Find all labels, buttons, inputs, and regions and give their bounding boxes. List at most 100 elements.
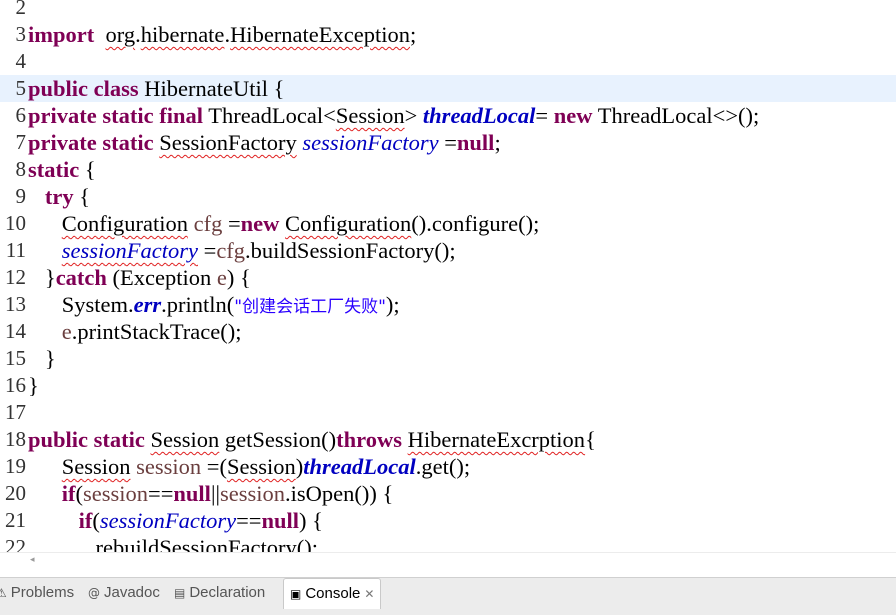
tab-label: Console [305, 585, 361, 602]
code-token: ; [494, 130, 501, 155]
code-token: .isOpen()) { [284, 481, 394, 506]
tab-label: Declaration [189, 584, 266, 601]
code-token: ) { [299, 508, 323, 533]
tab-javadoc[interactable]: @ Javadoc [88, 578, 160, 608]
code-text: System.err.println("创建会话工厂失败"); [28, 291, 400, 321]
code-token: Session [150, 427, 220, 452]
code-token: public [28, 427, 89, 452]
horizontal-scrollbar[interactable]: ◂ [0, 552, 896, 571]
line-number: 14 [5, 319, 26, 343]
code-line[interactable]: 19 Session session =(Session)threadLocal… [0, 453, 896, 480]
line-number: 7 [15, 130, 27, 154]
code-line[interactable]: 4 [0, 48, 896, 75]
code-line[interactable]: 12 }catch (Exception e) { [0, 264, 896, 291]
code-token: throws [336, 427, 402, 452]
code-token: static [102, 130, 154, 155]
code-token: static [28, 157, 80, 182]
code-token: || [210, 481, 220, 506]
code-token: Session [226, 454, 296, 479]
line-number: 13 [5, 292, 26, 316]
code-line[interactable]: 15 } [0, 345, 896, 372]
code-token: null [261, 508, 300, 533]
code-line[interactable]: 11 sessionFactory =cfg.buildSessionFacto… [0, 237, 896, 264]
code-token: cfg [216, 238, 246, 263]
code-token: private [28, 130, 97, 155]
code-token: new [240, 211, 280, 236]
code-line[interactable]: 3 import org.hibernate.HibernateException… [0, 21, 896, 48]
code-token: sessionFactory [61, 238, 198, 263]
code-line[interactable]: 20 if(session==null||session.isOpen()) { [0, 480, 896, 507]
line-number: 3 [15, 22, 27, 46]
tab-console[interactable]: ▣ Console ✕ [283, 578, 382, 609]
code-token: private [28, 103, 97, 128]
code-line[interactable]: 9 try { [0, 183, 896, 210]
tab-problems[interactable]: ⚠ Problems [0, 578, 74, 608]
code-token: catch [55, 265, 107, 290]
code-token: = [222, 211, 241, 236]
code-text: public static Session getSession()throws… [28, 426, 596, 453]
code-token: { [585, 427, 596, 452]
code-text: } [28, 345, 56, 372]
code-token: static [93, 427, 145, 452]
code-token: cfg [193, 211, 223, 236]
code-token: Configuration [61, 211, 188, 236]
code-token: } [28, 373, 39, 398]
code-token: ; [410, 22, 417, 47]
code-line[interactable]: 2 [0, 0, 896, 21]
code-token: threadLocal [303, 454, 416, 479]
code-text: if(session==null||session.isOpen()) { [28, 480, 394, 507]
code-token: sessionFactory [99, 508, 237, 533]
code-line[interactable]: 5 public class HibernateUtil { [0, 75, 896, 102]
code-token: e [216, 265, 227, 290]
code-line[interactable]: 16} [0, 372, 896, 399]
code-editor[interactable]: 2 3 import org.hibernate.HibernateExceptio… [0, 0, 896, 552]
code-token: null [173, 481, 211, 506]
code-line[interactable]: 8 static { [0, 156, 896, 183]
code-token: } [28, 346, 56, 371]
code-token: ); [385, 292, 400, 317]
code-text: static { [28, 156, 96, 183]
code-token: new [553, 103, 593, 128]
code-text: Session session =(Session)threadLocal.ge… [28, 453, 470, 480]
line-number: 12 [5, 265, 26, 289]
code-line[interactable]: 18 public static Session getSession()thro… [0, 426, 896, 453]
scroll-left-arrow-icon[interactable]: ◂ [30, 555, 35, 565]
code-token: ( [75, 481, 84, 506]
code-token: ) { [226, 265, 251, 290]
code-line[interactable]: 7 private static SessionFactory sessionFa… [0, 129, 896, 156]
code-token: Session [61, 454, 131, 479]
code-line[interactable]: 17 [0, 399, 896, 426]
code-token: HibernateUtil { [138, 76, 285, 101]
line-number: 4 [15, 49, 27, 73]
code-line[interactable]: 22 rebuildSessionFactory(); [0, 534, 896, 552]
code-text: rebuildSessionFactory(); [28, 534, 318, 552]
close-icon[interactable]: ✕ [364, 587, 374, 601]
declaration-icon: ▤ [174, 586, 186, 600]
code-token: org [105, 22, 136, 47]
code-token: ( [92, 508, 100, 533]
code-text: import org.hibernate.HibernateException; [28, 21, 416, 48]
tab-declaration[interactable]: ▤ Declaration [174, 578, 265, 608]
code-token: HibernateExcrption [407, 427, 586, 452]
code-line[interactable]: 14 e.printStackTrace(); [0, 318, 896, 345]
code-token: session [83, 481, 149, 506]
code-line[interactable]: 13 System.err.println("创建会话工厂失败"); [0, 291, 896, 318]
code-text: } [28, 372, 39, 399]
tab-label: Problems [10, 584, 75, 601]
code-token: } [28, 265, 56, 290]
code-line[interactable]: 6 private static final ThreadLocal<Sessio… [0, 102, 896, 129]
code-token: session [219, 481, 285, 506]
code-line[interactable]: 21 if(sessionFactory==null) { [0, 507, 896, 534]
line-number: 18 [5, 427, 26, 451]
tab-label: Javadoc [104, 584, 160, 601]
code-token: if [61, 481, 76, 506]
code-text: e.printStackTrace(); [28, 318, 242, 345]
code-token: SessionFactory [159, 130, 297, 155]
code-token: threadLocal [422, 103, 536, 128]
code-line[interactable]: 10 Configuration cfg =new Configuration(… [0, 210, 896, 237]
